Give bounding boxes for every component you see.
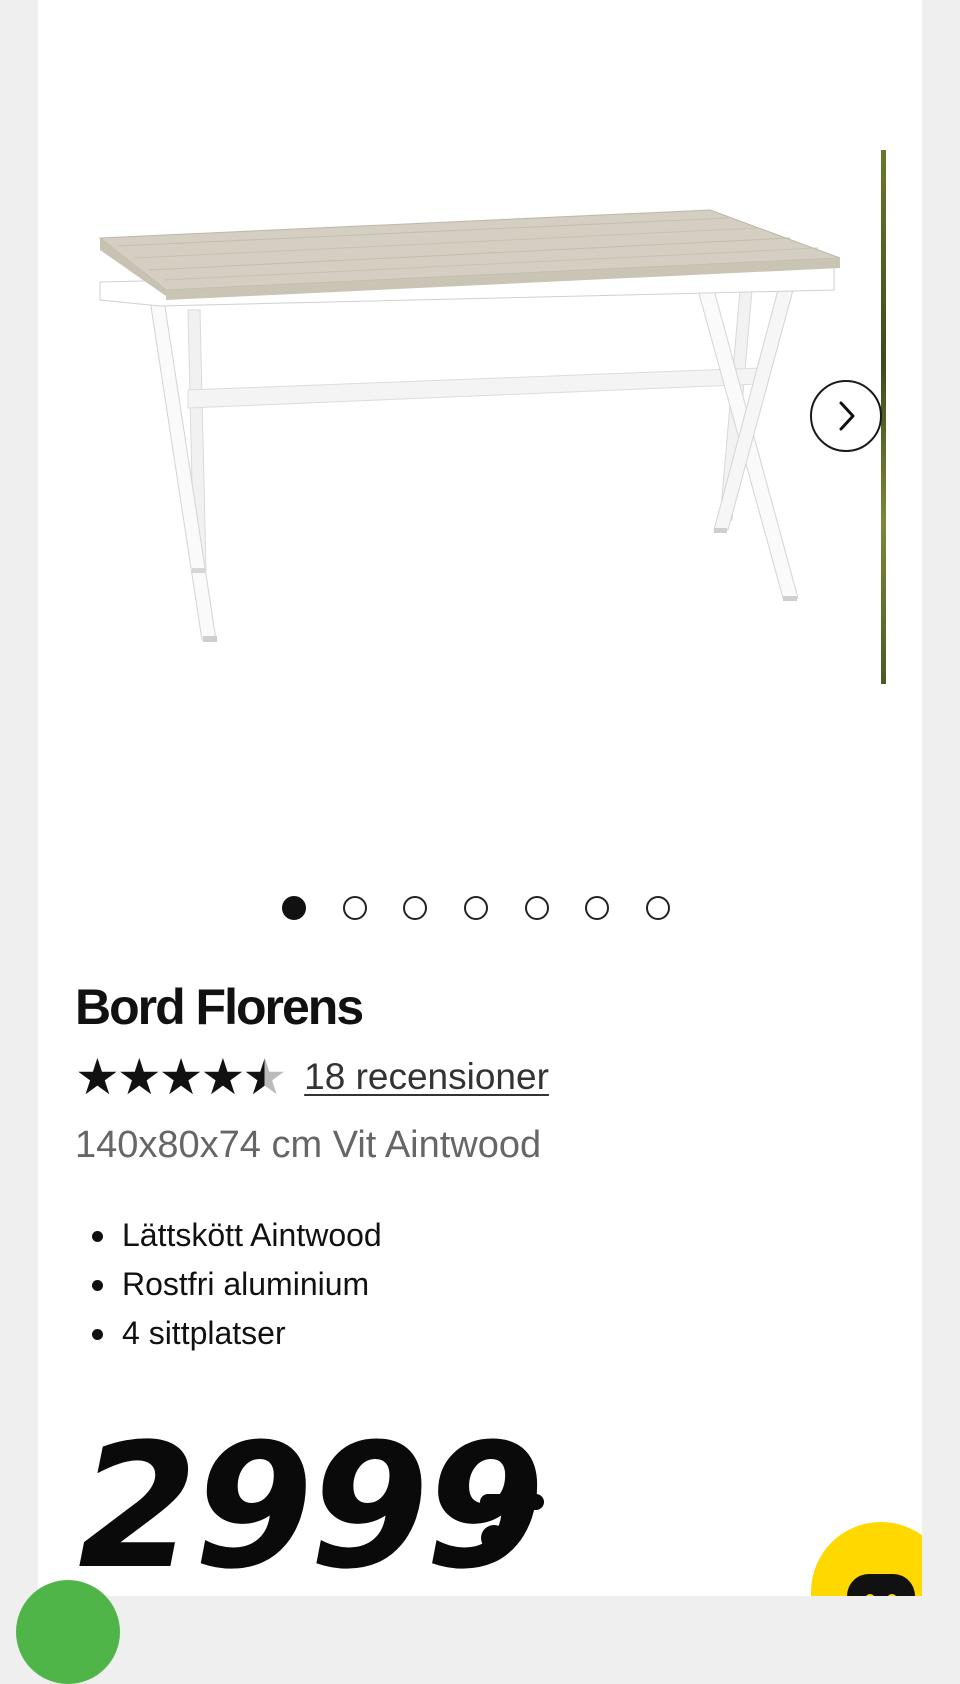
star-icon: ★ <box>75 1048 120 1106</box>
gallery-pagination <box>38 896 922 922</box>
product-variant: 140x80x74 cm Vit Aintwood <box>75 1124 542 1166</box>
bullet <box>92 1280 103 1291</box>
reviews-link[interactable]: 18 recensioner <box>304 1056 549 1098</box>
star-icon: ★ <box>200 1048 246 1106</box>
product-card: Bord Florens ★ ★ ★ ★ ★ 18 recensioner 14… <box>38 0 922 1596</box>
product-title: Bord Florens <box>75 979 364 1035</box>
bullet <box>92 1231 103 1242</box>
gallery-dot[interactable] <box>585 896 609 920</box>
feature-item: Rostfri aluminium <box>92 1260 382 1309</box>
chevron-right-icon <box>839 401 855 431</box>
next-image-button[interactable] <box>810 380 882 452</box>
gallery-dot[interactable] <box>525 896 549 920</box>
gallery-dot[interactable] <box>464 896 488 920</box>
gallery-dot[interactable] <box>343 896 367 920</box>
feature-list: Lättskött Aintwood Rostfri aluminium 4 s… <box>92 1211 382 1358</box>
star-rating: ★ ★ ★ ★ ★ <box>75 1048 288 1106</box>
chat-icon <box>847 1574 915 1596</box>
feature-item: 4 sittplatser <box>92 1309 382 1358</box>
price-dash-icon <box>480 1494 544 1551</box>
rating-row: ★ ★ ★ ★ ★ 18 recensioner <box>75 1052 549 1102</box>
chat-button[interactable] <box>811 1522 922 1596</box>
star-icon: ★ <box>242 1048 288 1106</box>
product-image <box>98 209 841 642</box>
gallery-dot[interactable] <box>403 896 427 920</box>
gallery-dot[interactable] <box>646 896 670 920</box>
feature-item: Lättskött Aintwood <box>92 1211 382 1260</box>
bullet <box>92 1329 103 1340</box>
star-icon: ★ <box>116 1048 162 1106</box>
gallery-dot[interactable] <box>282 896 306 920</box>
star-icon: ★ <box>158 1048 204 1106</box>
product-image-gallery[interactable] <box>38 0 922 860</box>
